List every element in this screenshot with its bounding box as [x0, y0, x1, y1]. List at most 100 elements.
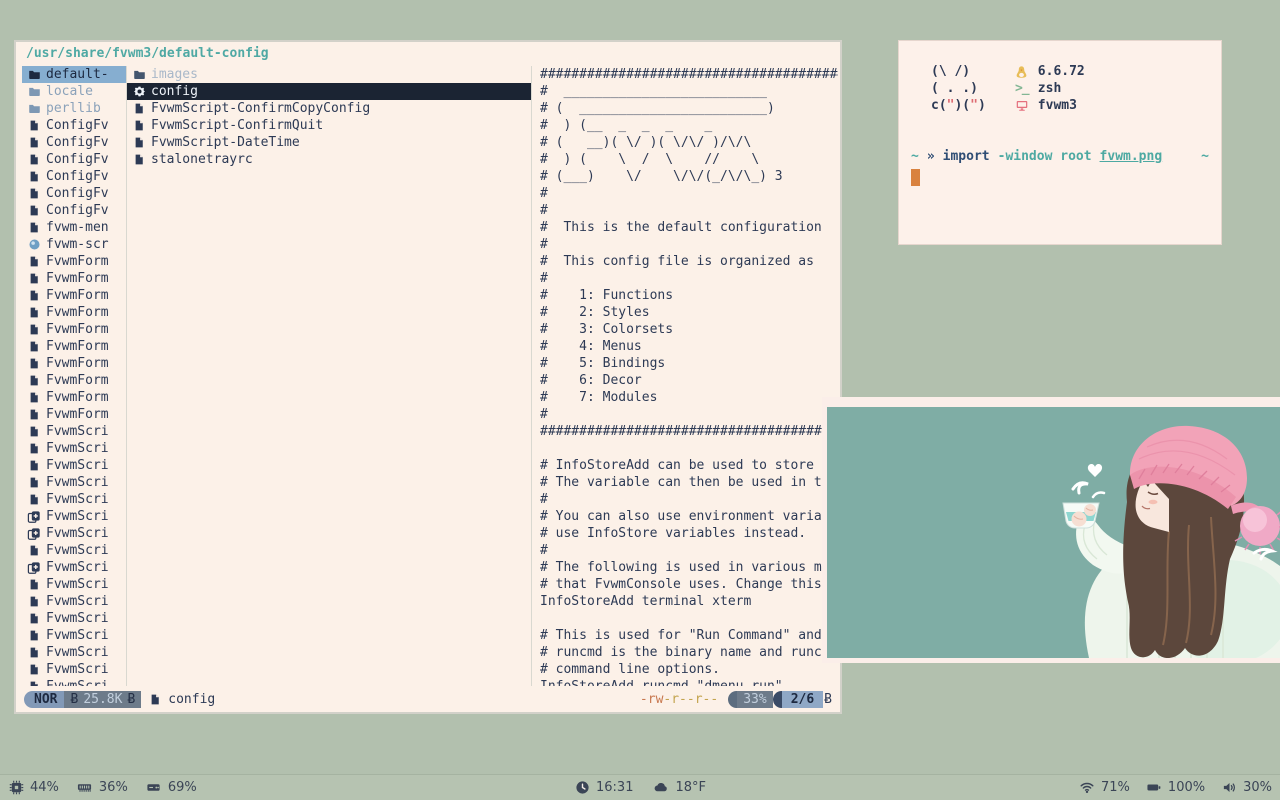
file-row[interactable]: FvwmForm	[22, 287, 126, 304]
file-row[interactable]: FvwmScri	[22, 610, 126, 627]
file-row[interactable]: default-	[22, 66, 126, 83]
powerline-separator-icon: Ƀ	[127, 692, 135, 707]
file-name: fvwm-men	[46, 220, 109, 235]
file-icon	[27, 629, 41, 643]
stat-item: 16:31	[574, 780, 633, 796]
file-row[interactable]: FvwmScri	[22, 576, 126, 593]
current-column[interactable]: images config FvwmSc	[127, 66, 532, 686]
file-name: FvwmScri	[46, 577, 109, 592]
file-row[interactable]: FvwmForm	[22, 338, 126, 355]
file-size-badge: Ƀ25.8KɃ	[64, 691, 141, 708]
file-manager-window: /usr/share/fvwm3/default-config default-	[14, 40, 842, 714]
file-icon	[27, 187, 41, 201]
file-row[interactable]: FvwmForm	[22, 389, 126, 406]
file-row[interactable]: FvwmScri	[22, 440, 126, 457]
file-plus-icon	[27, 510, 41, 524]
file-icon	[27, 459, 41, 473]
shell-prompt-line[interactable]: ~ » import -window root fvwm.png ~	[911, 148, 1209, 165]
file-row[interactable]: config	[127, 83, 531, 100]
file-row[interactable]: ConfigFv	[22, 134, 126, 151]
file-row[interactable]: FvwmScri	[22, 593, 126, 610]
file-name: ConfigFv	[46, 152, 109, 167]
file-row[interactable]: fvwm-scr	[22, 236, 126, 253]
sphere-icon	[27, 238, 41, 252]
file-name: images	[151, 67, 198, 82]
clock-weather: 16:31 18°F	[574, 775, 706, 800]
file-row[interactable]: ConfigFv	[22, 168, 126, 185]
file-row[interactable]: FvwmScri	[22, 542, 126, 559]
file-name: FvwmScri	[46, 441, 109, 456]
file-row[interactable]: FvwmForm	[22, 304, 126, 321]
file-row[interactable]: ConfigFv	[22, 185, 126, 202]
file-name: FvwmScript-DateTime	[151, 135, 300, 150]
file-row[interactable]: FvwmScript-ConfirmCopyConfig	[127, 100, 531, 117]
fetch-info: 6.6.72 >_ zsh fvwm3	[1014, 63, 1085, 114]
file-icon	[27, 153, 41, 167]
file-plus-icon	[27, 561, 41, 575]
image-viewer-window[interactable]	[822, 397, 1280, 663]
stat-value: 100%	[1168, 780, 1205, 795]
fetch-value: zsh	[1038, 80, 1061, 97]
file-row[interactable]: FvwmScript-DateTime	[127, 134, 531, 151]
file-row[interactable]: FvwmScri	[22, 678, 126, 686]
file-icon	[27, 493, 41, 507]
file-name: FvwmScri	[46, 679, 109, 686]
prompt-arrow-icon: »	[927, 148, 935, 165]
file-name: ConfigFv	[46, 118, 109, 133]
stat-item: 30%	[1221, 780, 1272, 796]
file-row[interactable]: FvwmScri	[22, 474, 126, 491]
file-row[interactable]: FvwmScri	[22, 559, 126, 576]
file-row[interactable]: FvwmForm	[22, 372, 126, 389]
file-row[interactable]: perllib	[22, 100, 126, 117]
parent-column[interactable]: default- locale perl	[22, 66, 127, 686]
file-row[interactable]: ConfigFv	[22, 202, 126, 219]
file-icon	[27, 663, 41, 677]
file-row[interactable]: FvwmScri	[22, 644, 126, 661]
file-row[interactable]: FvwmForm	[22, 253, 126, 270]
file-row[interactable]: FvwmScri	[22, 457, 126, 474]
fetch-row: >_ zsh	[1014, 80, 1085, 97]
file-name: FvwmForm	[46, 339, 109, 354]
linux-penguin-icon	[1014, 65, 1030, 79]
typed-command: import	[943, 148, 990, 165]
file-row[interactable]: fvwm-men	[22, 219, 126, 236]
file-row[interactable]: FvwmScri	[22, 661, 126, 678]
file-icon	[27, 136, 41, 150]
file-icon	[132, 153, 146, 167]
file-row[interactable]: stalonetrayrc	[127, 151, 531, 168]
file-name: FvwmScri	[46, 628, 109, 643]
file-row[interactable]: FvwmScri	[22, 491, 126, 508]
shell-prompt-icon: >_	[1014, 80, 1030, 97]
file-name: FvwmForm	[46, 254, 109, 269]
file-name: default-	[46, 67, 109, 82]
file-icon	[27, 272, 41, 286]
file-row[interactable]: FvwmForm	[22, 355, 126, 372]
file-icon	[132, 119, 146, 133]
file-row[interactable]: FvwmScri	[22, 525, 126, 542]
file-name: FvwmScript-ConfirmCopyConfig	[151, 101, 370, 116]
file-row[interactable]: ConfigFv	[22, 151, 126, 168]
file-name: FvwmForm	[46, 390, 109, 405]
file-row[interactable]: FvwmScri	[22, 627, 126, 644]
file-name: FvwmForm	[46, 322, 109, 337]
fetch-row: fvwm3	[1014, 97, 1085, 114]
bunny-line: (\ /)	[931, 63, 986, 80]
file-icon	[132, 136, 146, 150]
system-stats: 44% 36%	[8, 775, 197, 800]
terminal-window[interactable]: (\ /) ( . .) c(")(") 6.6.72 >_ zsh	[898, 40, 1222, 245]
file-row[interactable]: FvwmForm	[22, 321, 126, 338]
file-row[interactable]: FvwmForm	[22, 406, 126, 423]
file-row[interactable]: FvwmScri	[22, 508, 126, 525]
file-row[interactable]: FvwmForm	[22, 270, 126, 287]
file-columns: default- locale perl	[22, 66, 838, 686]
file-row[interactable]: images	[127, 66, 531, 83]
file-row[interactable]: ConfigFv	[22, 117, 126, 134]
ram-icon	[77, 780, 93, 796]
desktop: { "colors":{"desktop":"#b2c0ae","window_…	[0, 0, 1280, 800]
file-row[interactable]: FvwmScri	[22, 423, 126, 440]
mode-badge: NOR	[24, 691, 64, 708]
file-row[interactable]: locale	[22, 83, 126, 100]
file-icon	[27, 374, 41, 388]
preview-pane[interactable]: ########################################…	[532, 66, 838, 686]
file-row[interactable]: FvwmScript-ConfirmQuit	[127, 117, 531, 134]
